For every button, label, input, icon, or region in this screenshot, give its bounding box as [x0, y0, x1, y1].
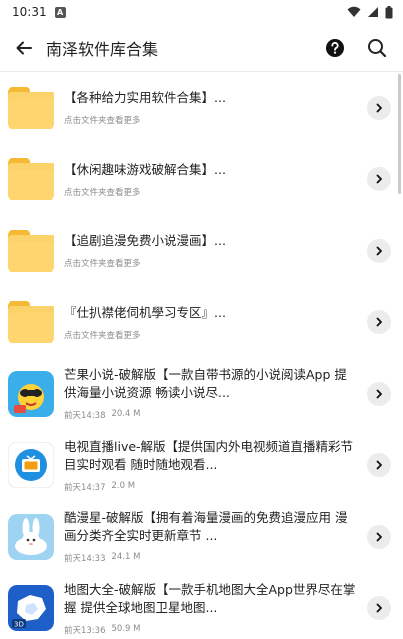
folder-icon	[8, 85, 54, 131]
back-button[interactable]	[10, 34, 38, 62]
chevron-right-icon	[376, 389, 382, 399]
app-icon-tv-live	[8, 442, 54, 489]
list-item[interactable]: 『仕扒襟佬伺机學习专区』... 点击文件夹查看更多	[0, 287, 403, 359]
open-button[interactable]	[367, 95, 391, 120]
item-size: 50.9 M	[111, 623, 141, 634]
app-icon-mango-novel	[8, 370, 54, 417]
item-name: 芒果小说-破解版【一款自带书源的小说阅读App 提供海量小说资源 畅读小说尽..…	[64, 367, 347, 401]
item-name: 地图大全-破解版【一款手机地图大全App世界尽在掌握 提供全球地图卫星地图...	[64, 581, 356, 615]
search-icon	[368, 38, 387, 57]
folder-icon	[8, 228, 54, 274]
item-name: 【各种给力实用软件合集】...	[64, 90, 226, 106]
help-icon	[326, 38, 344, 57]
signal-icon	[368, 7, 378, 17]
list-item[interactable]: 【追剧追漫免费小说漫画】... 点击文件夹查看更多	[0, 215, 403, 287]
item-date: 前天14:37	[64, 482, 106, 493]
svg-text:3D: 3D	[14, 621, 24, 629]
arrow-left-icon	[16, 41, 32, 54]
help-button[interactable]	[321, 34, 349, 62]
list-item[interactable]: 酷漫星-破解版【拥有着海量漫画的免费追漫应用 漫画分类齐全实时更新章节 ... …	[0, 501, 403, 573]
chevron-right-icon	[376, 103, 382, 113]
search-button[interactable]	[363, 34, 391, 62]
wifi-icon	[347, 6, 361, 17]
item-meta: 点击文件夹查看更多	[64, 187, 141, 198]
open-button[interactable]	[367, 167, 391, 192]
item-date: 前天13:36	[64, 625, 106, 636]
app-icon-cool-comic	[8, 513, 54, 560]
open-button[interactable]	[367, 596, 391, 621]
file-list: 【各种给力实用软件合集】... 点击文件夹查看更多 【休闲趣味游戏破解合集】..…	[0, 72, 403, 639]
item-size: 20.4 M	[111, 409, 141, 420]
list-item[interactable]: 【休闲趣味游戏破解合集】... 点击文件夹查看更多	[0, 144, 403, 216]
folder-icon	[8, 299, 54, 345]
item-meta: 点击文件夹查看更多	[64, 116, 141, 127]
folder-icon	[8, 156, 54, 202]
status-time: 10:31	[12, 5, 47, 19]
chevron-right-icon	[376, 174, 382, 184]
open-button[interactable]	[367, 524, 391, 549]
battery-icon	[385, 5, 393, 18]
item-meta: 点击文件夹查看更多	[64, 330, 141, 341]
item-name: 【追剧追漫免费小说漫画】...	[64, 233, 226, 249]
open-button[interactable]	[367, 310, 391, 335]
chevron-right-icon	[376, 460, 382, 470]
item-name: 电视直播live-解版【提供国内外电视频道直播精彩节目实时观看 随时随地观看..…	[64, 438, 354, 472]
item-name: 【休闲趣味游戏破解合集】...	[64, 161, 226, 177]
app-icon-map: 3D	[8, 585, 54, 632]
chevron-right-icon	[376, 603, 382, 613]
item-name: 『仕扒襟佬伺机學习专区』...	[64, 304, 226, 320]
chevron-right-icon	[376, 317, 382, 327]
item-meta: 点击文件夹查看更多	[64, 259, 141, 270]
app-bar: 南泽软件库合集	[0, 24, 403, 72]
list-item[interactable]: 电视直播live-解版【提供国内外电视频道直播精彩节目实时观看 随时随地观看..…	[0, 430, 403, 502]
open-button[interactable]	[367, 238, 391, 263]
item-name: 酷漫星-破解版【拥有着海量漫画的免费追漫应用 漫画分类齐全实时更新章节 ...	[64, 510, 348, 544]
list-item[interactable]: 【各种给力实用软件合集】... 点击文件夹查看更多	[0, 72, 403, 144]
notification-icon: A	[54, 6, 66, 18]
list-item[interactable]: 芒果小说-破解版【一款自带书源的小说阅读App 提供海量小说资源 畅读小说尽..…	[0, 358, 403, 430]
scrollbar[interactable]	[398, 74, 401, 194]
chevron-right-icon	[376, 246, 382, 256]
status-bar: 10:31 A	[0, 0, 403, 24]
item-size: 24.1 M	[111, 552, 141, 563]
item-date: 前天14:33	[64, 554, 106, 565]
open-button[interactable]	[367, 381, 391, 406]
item-size: 2.0 M	[111, 480, 136, 491]
open-button[interactable]	[367, 453, 391, 478]
list-item[interactable]: 3D 地图大全-破解版【一款手机地图大全App世界尽在掌握 提供全球地图卫星地图…	[0, 573, 403, 639]
page-title: 南泽软件库合集	[46, 39, 159, 59]
item-date: 前天14:38	[64, 411, 106, 422]
chevron-right-icon	[376, 532, 382, 542]
